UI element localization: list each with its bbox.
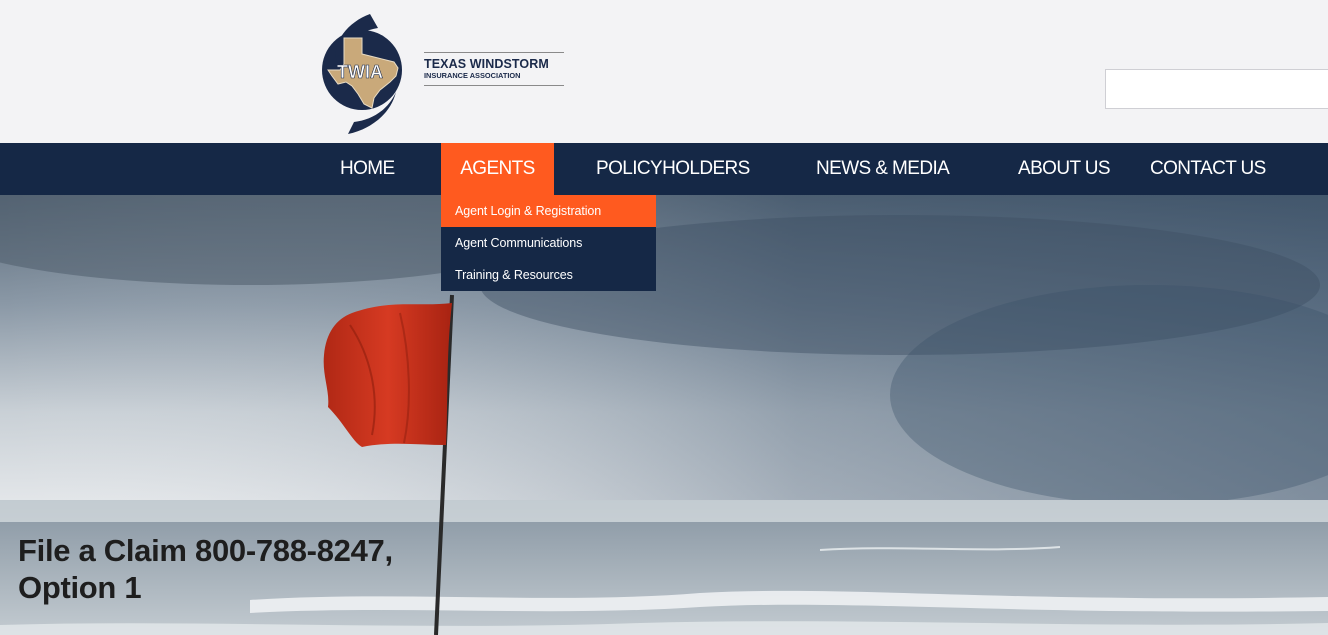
twia-emblem-icon: TWIA xyxy=(322,14,402,134)
emblem-lettering: TWIA xyxy=(337,62,383,82)
logo-wordmark: TEXAS WINDSTORM INSURANCE ASSOCIATION xyxy=(424,52,564,86)
nav-item-policyholders[interactable]: POLICYHOLDERS xyxy=(596,143,750,195)
nav-item-about-us[interactable]: ABOUT US xyxy=(1018,143,1111,195)
nav-item-agents[interactable]: AGENTS xyxy=(441,143,554,195)
nav-item-contact-us[interactable]: CONTACT US xyxy=(1150,143,1266,195)
page: TWIA TEXAS WINDSTORM INSURANCE ASSOCIATI… xyxy=(0,0,1328,635)
logo-subtitle: INSURANCE ASSOCIATION xyxy=(424,71,521,80)
site-header: TWIA TEXAS WINDSTORM INSURANCE ASSOCIATI… xyxy=(0,0,1328,143)
menu-item-agent-login[interactable]: Agent Login & Registration xyxy=(441,195,656,227)
file-claim-heading: File a Claim 800-788-8247, Option 1 xyxy=(18,532,638,606)
claim-line-2: Option 1 xyxy=(18,570,142,605)
agents-dropdown-menu: Agent Login & Registration Agent Communi… xyxy=(441,195,656,291)
nav-item-home[interactable]: HOME xyxy=(340,143,395,195)
menu-item-training-resources[interactable]: Training & Resources xyxy=(441,259,656,291)
main-nav: HOME AGENTS POLICYHOLDERS NEWS & MEDIA A… xyxy=(0,143,1328,195)
claim-line-1: File a Claim 800-788-8247, xyxy=(18,533,393,568)
twia-logo[interactable]: TWIA TEXAS WINDSTORM INSURANCE ASSOCIATI… xyxy=(318,12,568,140)
search-input[interactable] xyxy=(1105,69,1328,109)
logo-name: TEXAS WINDSTORM xyxy=(424,57,549,71)
menu-item-agent-communications[interactable]: Agent Communications xyxy=(441,227,656,259)
nav-item-news-media[interactable]: NEWS & MEDIA xyxy=(816,143,950,195)
